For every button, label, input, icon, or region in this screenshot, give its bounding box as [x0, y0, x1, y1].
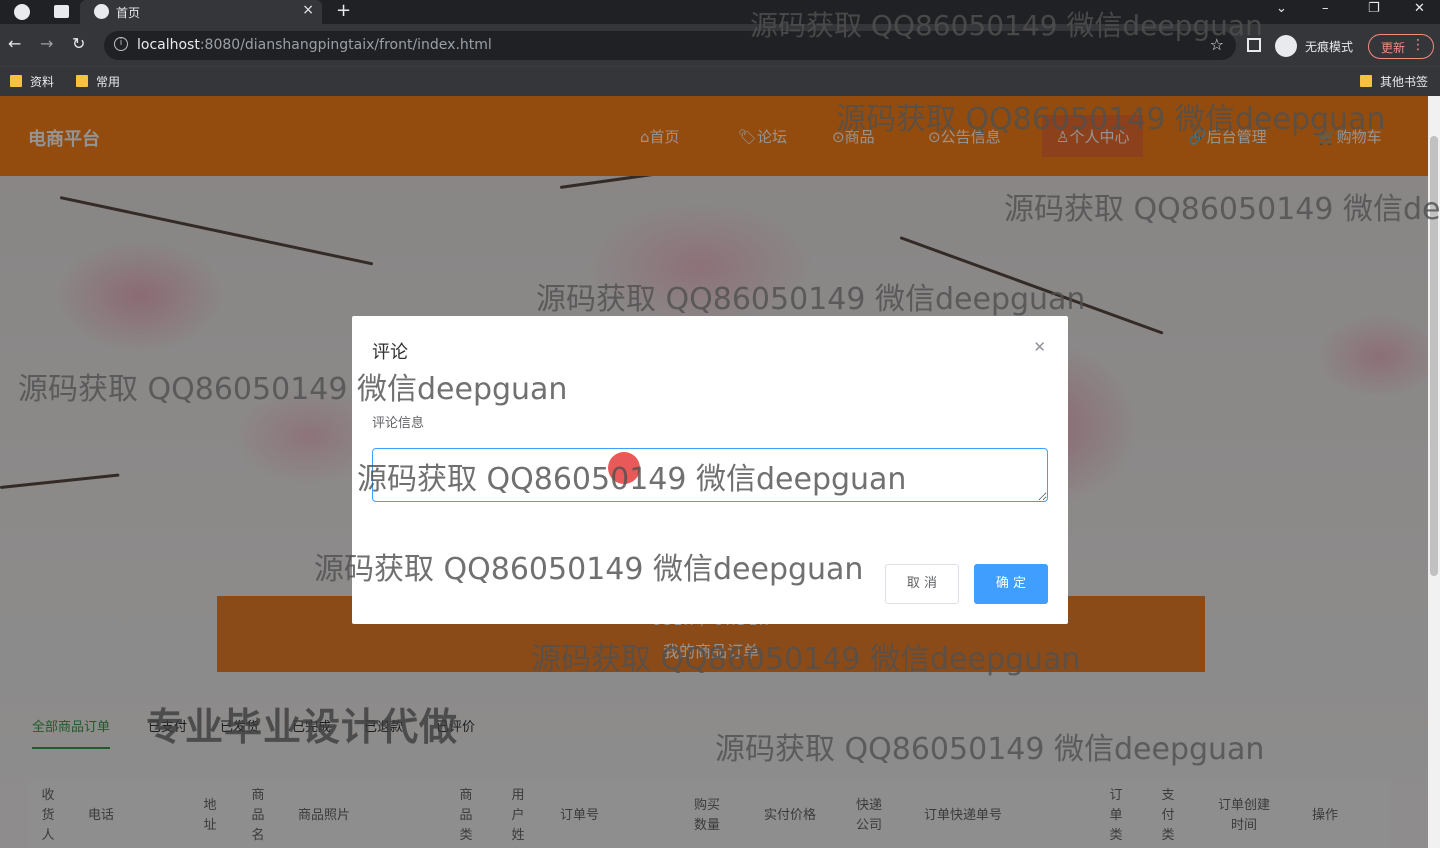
folder-icon: [10, 75, 22, 87]
scroll-thumb[interactable]: [1430, 136, 1438, 576]
restore-icon[interactable]: ❐: [1368, 1, 1380, 16]
incognito-label: 无痕模式: [1305, 40, 1354, 54]
browser-tab-title: 首页: [116, 6, 141, 20]
address-bar: ← → ↻ i localhost:8080/dianshangpingtaix…: [0, 24, 1440, 66]
update-label: 更新: [1381, 41, 1406, 55]
folder-icon: [76, 75, 88, 87]
tab-list-icon[interactable]: ⌄: [1276, 1, 1287, 16]
close-tab-icon[interactable]: ×: [302, 2, 314, 18]
minimize-icon[interactable]: –: [1322, 1, 1329, 16]
cancel-button[interactable]: 取 消: [885, 564, 959, 604]
incognito-icon[interactable]: [1275, 35, 1297, 57]
bookmarks-bar: 资料 常用 其他书签: [0, 66, 1440, 96]
more-menu-icon: ⋮: [1411, 37, 1425, 53]
comment-textarea[interactable]: [372, 448, 1048, 502]
site-info-icon[interactable]: i: [114, 37, 128, 51]
dialog-title: 评论: [372, 342, 408, 363]
reload-icon[interactable]: ↻: [72, 34, 85, 53]
url-input[interactable]: i localhost:8080/dianshangpingtaix/front…: [104, 31, 1236, 60]
globe-icon: [94, 4, 109, 19]
forward-icon[interactable]: →: [40, 34, 53, 53]
watermark-banner: 专业毕业设计代做: [146, 705, 459, 749]
folder-icon: [1360, 75, 1372, 87]
back-icon[interactable]: ←: [8, 34, 21, 53]
browser-tab-strip: 首页 × + ⌄ – ❐ ✕: [0, 0, 1440, 24]
page-scrollbar[interactable]: [1428, 96, 1440, 848]
comment-dialog: 评论 ✕ 评论信息 取 消 确 定: [352, 316, 1068, 624]
mouse-cursor-indicator: [608, 452, 640, 484]
close-window-icon[interactable]: ✕: [1414, 1, 1425, 16]
other-bookmarks[interactable]: 其他书签: [1360, 73, 1428, 90]
url-text: localhost:8080/dianshangpingtaix/front/i…: [137, 37, 492, 53]
close-icon[interactable]: ✕: [1033, 338, 1046, 356]
confirm-button[interactable]: 确 定: [974, 564, 1048, 604]
comment-field-label: 评论信息: [372, 416, 425, 431]
new-tab-icon[interactable]: +: [336, 0, 351, 21]
chrome-menu-icon[interactable]: [14, 4, 30, 20]
browser-tab[interactable]: 首页 ×: [80, 0, 322, 24]
side-panel-icon[interactable]: [1247, 38, 1261, 52]
update-button[interactable]: 更新 ⋮: [1368, 34, 1434, 59]
bookmark-folder[interactable]: 资料: [10, 73, 54, 90]
bookmark-folder[interactable]: 常用: [76, 73, 120, 90]
bookmark-star-icon[interactable]: ☆: [1210, 35, 1224, 54]
tab-search-icon[interactable]: [54, 5, 69, 18]
